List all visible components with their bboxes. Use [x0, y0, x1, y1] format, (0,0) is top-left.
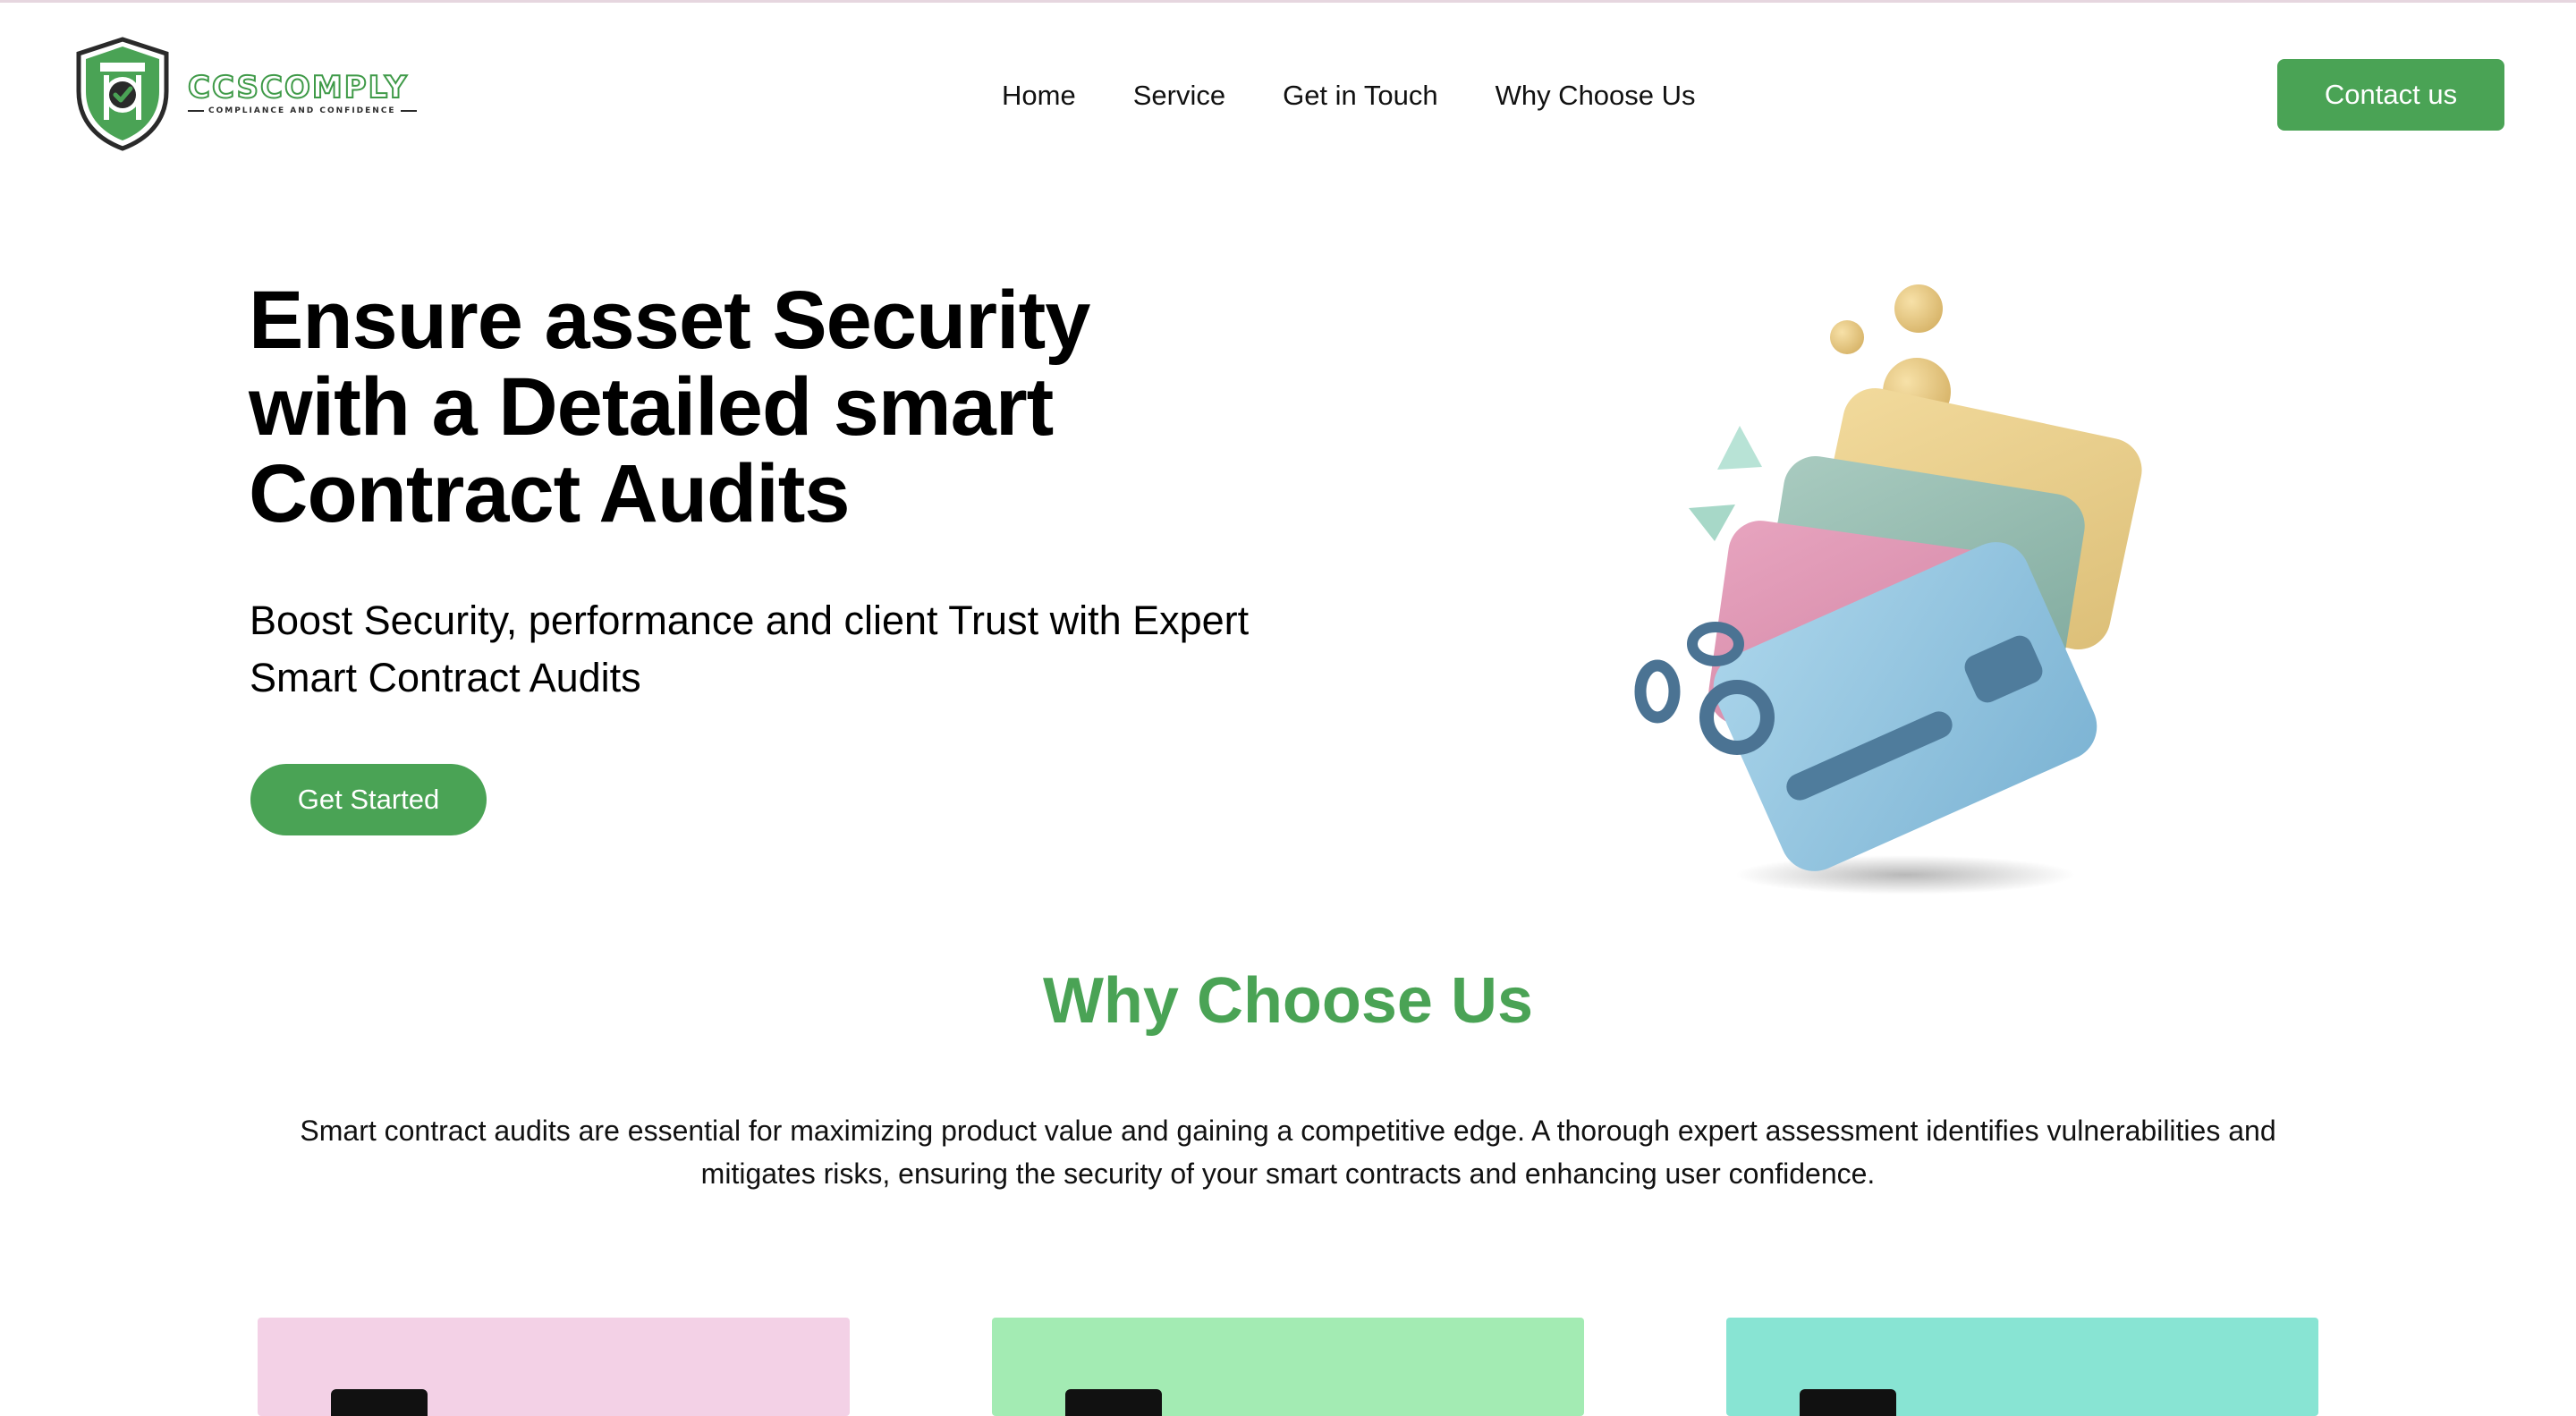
why-choose-us-title: Why Choose Us	[1042, 965, 1534, 1037]
hero-subtitle: Boost Security, performance and client T…	[250, 598, 1250, 700]
logo-tagline-row: COMPLIANCE AND CONFIDENCE	[188, 106, 417, 115]
logo-tagline: COMPLIANCE AND CONFIDENCE	[208, 106, 396, 115]
feature-card-1	[258, 1318, 850, 1416]
shield-check-icon	[76, 37, 169, 151]
card-shadow	[1735, 855, 2075, 895]
triangle-left	[1689, 505, 1735, 541]
coin-top	[1894, 284, 1943, 333]
site-header: CCSCOMPLY COMPLIANCE AND CONFIDENCE Home…	[0, 0, 2576, 192]
get-started-button[interactable]: Get Started	[250, 764, 487, 835]
feature-card-2	[992, 1318, 1584, 1416]
main-nav: Home Service Get in Touch Why Choose Us	[1002, 75, 1696, 116]
contact-us-button[interactable]: Contact us	[2277, 59, 2504, 131]
hero-title: Ensure asset Security with a Detailed sm…	[249, 275, 1090, 539]
why-choose-us-text: Smart contract audits are essential for …	[300, 1115, 2276, 1190]
nav-why-choose-us[interactable]: Why Choose Us	[1496, 80, 1696, 112]
logo[interactable]: CCSCOMPLY COMPLIANCE AND CONFIDENCE	[70, 36, 445, 152]
ring-left	[1634, 659, 1681, 724]
logo-name: CCSCOMPLY	[187, 70, 409, 106]
feature-card-3	[1726, 1318, 2318, 1416]
nav-service[interactable]: Service	[1133, 80, 1225, 112]
logo-text: CCSCOMPLY COMPLIANCE AND CONFIDENCE	[187, 70, 417, 115]
triangle-top	[1717, 426, 1762, 470]
tagline-rule-left	[188, 110, 204, 112]
nav-home[interactable]: Home	[1002, 80, 1076, 112]
nav-get-in-touch[interactable]: Get in Touch	[1283, 80, 1437, 112]
coin-small	[1830, 320, 1864, 354]
credit-cards-illustration	[1634, 284, 2142, 895]
tagline-rule-right	[400, 110, 417, 112]
